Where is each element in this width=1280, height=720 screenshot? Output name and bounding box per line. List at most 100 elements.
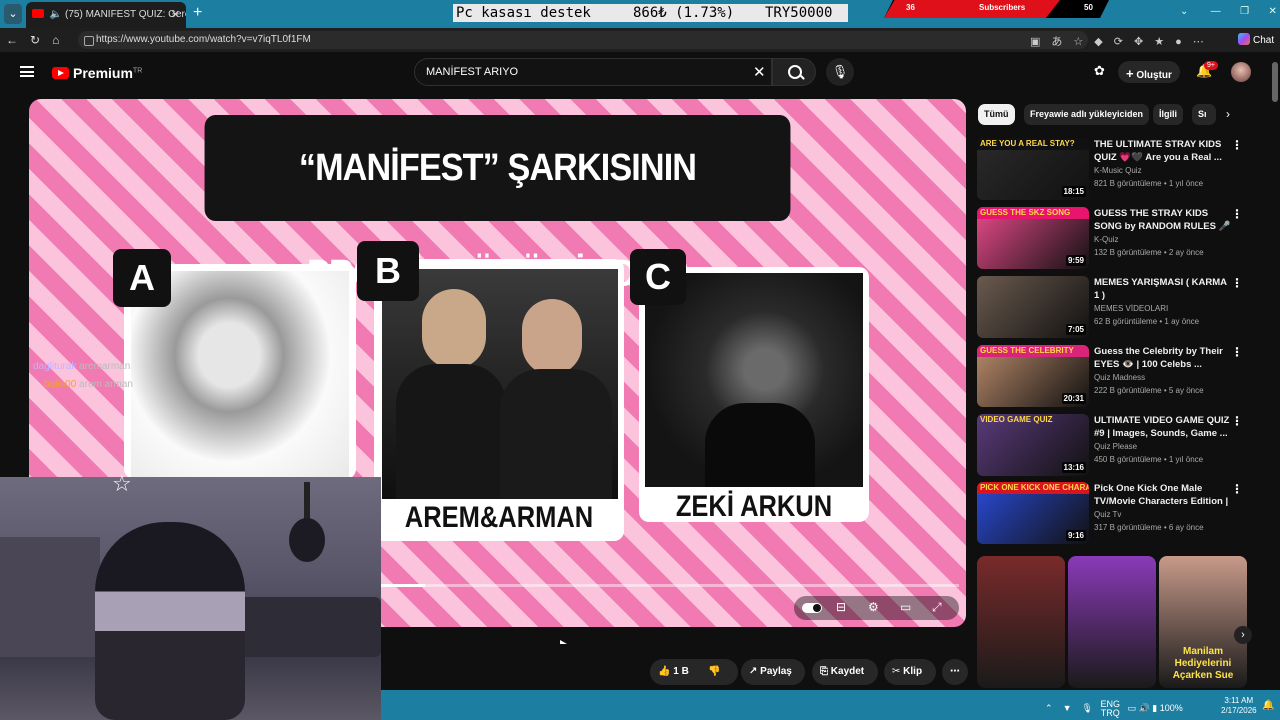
network-icon[interactable]: ▭: [1127, 703, 1136, 713]
video-thumbnail[interactable]: ARE YOU A REAL STAY? 18:15: [977, 138, 1089, 200]
menu-icon[interactable]: [20, 66, 34, 77]
more-icon[interactable]: ⋯: [1193, 36, 1215, 48]
mic-icon[interactable]: 🎙: [1082, 703, 1093, 713]
more-vert-icon[interactable]: ⋮: [1231, 482, 1243, 496]
favorites-icon[interactable]: ★: [1154, 36, 1175, 48]
channel-name[interactable]: K-Music Quiz: [1094, 166, 1142, 175]
subscriber-goal-bar: 36 Subscribers 50: [884, 0, 1109, 18]
new-tab-button[interactable]: +: [193, 4, 202, 22]
chevron-right-icon[interactable]: ›: [1226, 107, 1230, 121]
video-thumbnail[interactable]: PICK ONE KICK ONE CHARACTER 9:16: [977, 482, 1089, 544]
recommended-video-item[interactable]: 7:05 MEMES YARIŞMASI ( KARMA 1 ) MEMES VİD…: [977, 276, 1267, 338]
channel-name[interactable]: Quiz Please: [1094, 442, 1137, 451]
short-thumbnail[interactable]: [1068, 556, 1156, 688]
channel-name[interactable]: MEMES VİDEOLARI: [1094, 304, 1168, 313]
recommended-video-item[interactable]: GUESS THE CELEBRITY 20:31 Guess the Celebr…: [977, 345, 1267, 407]
chip-related[interactable]: İlgili: [1153, 104, 1183, 125]
dislike-icon[interactable]: 👎: [708, 659, 720, 685]
video-title[interactable]: THE ULTIMATE STRAY KIDS QUIZ 💗🖤 Are you …: [1094, 138, 1234, 164]
minimize-icon[interactable]: —: [1211, 6, 1221, 17]
language-indicator[interactable]: ENG TRQ: [1100, 700, 1120, 718]
like-icon[interactable]: 👍: [658, 666, 670, 677]
fullscreen-icon[interactable]: ⤢: [932, 600, 942, 615]
avatar[interactable]: [1231, 62, 1251, 82]
channel-name[interactable]: Quiz Madness: [1094, 373, 1145, 382]
scrollbar-thumb[interactable]: [1272, 62, 1278, 102]
recommended-video-item[interactable]: ARE YOU A REAL STAY? 18:15 THE ULTIMATE ST…: [977, 138, 1267, 200]
chip-all[interactable]: Tümü: [978, 104, 1015, 125]
profile-icon[interactable]: ●: [1175, 36, 1193, 48]
save-label: Kaydet: [830, 666, 865, 677]
chip-from-uploader[interactable]: Freyawie adlı yükleyiciden: [1024, 104, 1150, 125]
mute-icon[interactable]: 🔈: [50, 9, 62, 20]
voice-search-icon[interactable]: 🎙: [826, 58, 854, 86]
app-available-icon[interactable]: ▣: [1030, 36, 1051, 48]
close-window-icon[interactable]: ✕: [1269, 6, 1277, 17]
favorite-star-icon[interactable]: ☆: [1073, 36, 1094, 48]
create-button[interactable]: + Oluştur: [1118, 61, 1180, 83]
channel-name[interactable]: K-Quiz: [1094, 235, 1118, 244]
tab-actions-menu-button[interactable]: ⌄: [4, 4, 22, 24]
copilot-chat-button[interactable]: Chat: [1238, 33, 1274, 46]
video-title[interactable]: Guess the Celebrity by Their EYES 👁️ | 1…: [1094, 345, 1234, 371]
more-vert-icon[interactable]: ⋮: [1231, 138, 1243, 152]
more-vert-icon[interactable]: ⋮: [1231, 414, 1243, 428]
short-thumbnail[interactable]: [977, 556, 1065, 688]
video-title[interactable]: MEMES YARIŞMASI ( KARMA 1 ): [1094, 276, 1234, 302]
video-thumbnail[interactable]: VIDEO GAME QUIZ 13:16: [977, 414, 1089, 476]
page-scrollbar[interactable]: [1270, 52, 1280, 688]
translate-icon[interactable]: あ: [1051, 36, 1073, 48]
more-vert-icon[interactable]: ⋮: [1231, 276, 1243, 290]
brand-label: Premium: [73, 65, 133, 81]
recommended-video-item[interactable]: VIDEO GAME QUIZ 13:16 ULTIMATE VIDEO GAME …: [977, 414, 1267, 476]
tab-search-icon[interactable]: ⌄: [1180, 6, 1188, 17]
channel-name[interactable]: Quiz Tv: [1094, 510, 1121, 519]
notification-center-icon[interactable]: 🔔: [1262, 700, 1274, 711]
shorts-next-icon[interactable]: ›: [1234, 626, 1252, 644]
more-vert-icon[interactable]: ⋮: [1231, 345, 1243, 359]
security-icon[interactable]: ▼: [1063, 703, 1072, 713]
search-button[interactable]: [772, 58, 816, 86]
video-thumbnail[interactable]: GUESS THE SKZ SONG 9:59: [977, 207, 1089, 269]
subtitles-icon[interactable]: ⊟: [836, 600, 846, 614]
settings-gear-icon[interactable]: ⚙: [868, 600, 879, 614]
video-thumbnail[interactable]: GUESS THE CELEBRITY 20:31: [977, 345, 1089, 407]
extensions-icon[interactable]: ✥: [1134, 36, 1154, 48]
back-icon[interactable]: ←: [6, 33, 30, 47]
like-count[interactable]: 1 B: [673, 666, 689, 677]
miniplayer-icon[interactable]: ▭: [900, 600, 911, 614]
url-field[interactable]: https://www.youtube.com/watch?v=v7iqTL0f…: [78, 31, 1088, 49]
video-progress-bar[interactable]: [379, 584, 959, 587]
premium-badge-icon[interactable]: ✿: [1094, 63, 1105, 79]
video-thumbnail[interactable]: 7:05: [977, 276, 1089, 338]
more-actions-button[interactable]: ⋯: [942, 659, 968, 685]
browser-tab[interactable]: 🔈 (75) MANIFEST QUIZ: Gerçek ✕: [26, 2, 186, 28]
region-code: TR: [132, 67, 143, 75]
scissors-icon: ✂: [892, 666, 901, 677]
chip-more[interactable]: Sı: [1192, 104, 1216, 125]
taskbar-clock[interactable]: 3:11 AM 2/17/2026: [1221, 696, 1257, 716]
more-vert-icon[interactable]: ⋮: [1231, 207, 1243, 221]
battery-icon[interactable]: ▮: [1152, 703, 1157, 713]
autoplay-toggle[interactable]: [802, 603, 822, 613]
share-button[interactable]: ↗ Paylaş: [741, 659, 805, 685]
clear-search-icon[interactable]: ✕: [753, 63, 766, 81]
recommended-video-item[interactable]: GUESS THE SKZ SONG 9:59 GUESS THE STRAY KI…: [977, 207, 1267, 269]
youtube-premium-logo[interactable]: PremiumTR: [52, 65, 142, 81]
search-input[interactable]: MANİFEST ARIYO: [414, 58, 772, 86]
save-button[interactable]: ⎘ Kaydet: [812, 659, 878, 685]
reload-icon[interactable]: ↻: [30, 33, 52, 47]
home-icon[interactable]: ⌂: [52, 33, 71, 47]
extension-icon[interactable]: ◆: [1094, 36, 1113, 48]
refresh-extension-icon[interactable]: ⟳: [1114, 36, 1134, 48]
tray-chevron-icon[interactable]: ⌃: [1045, 703, 1053, 713]
video-title[interactable]: ULTIMATE VIDEO GAME QUIZ #9 | Images, So…: [1094, 414, 1234, 440]
video-title[interactable]: Pick One Kick One Male TV/Movie Characte…: [1094, 482, 1234, 509]
recommended-video-item[interactable]: PICK ONE KICK ONE CHARACTER 9:16 Pick One …: [977, 482, 1267, 544]
short-thumbnail[interactable]: Manilam Hediyelerini Açarken Sue: [1159, 556, 1247, 688]
close-tab-icon[interactable]: ✕: [171, 8, 180, 21]
restore-icon[interactable]: ❐: [1240, 6, 1249, 17]
volume-icon[interactable]: 🔊: [1139, 703, 1150, 713]
clip-button[interactable]: ✂ Klip: [884, 659, 936, 685]
video-title[interactable]: GUESS THE STRAY KIDS SONG by RANDOM RULE…: [1094, 207, 1234, 234]
